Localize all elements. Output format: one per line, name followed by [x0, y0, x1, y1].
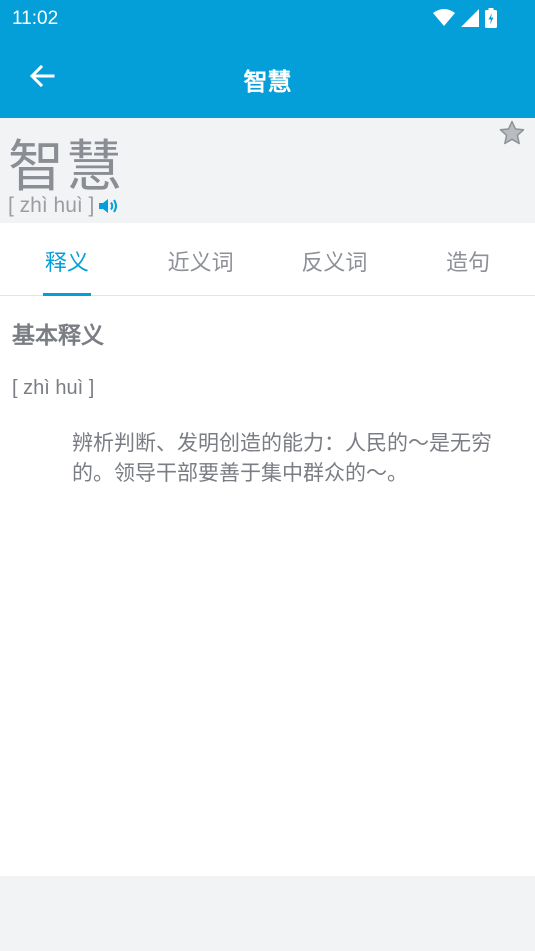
- definition-text: 辨析判断、发明创造的能力：人民的～是无穷的。领导干部要善于集中群众的～。: [72, 431, 492, 485]
- favorite-star-icon[interactable]: [499, 120, 525, 150]
- entry-word: 智慧: [8, 135, 124, 200]
- entry-pinyin-row: [ zhì huì ]: [8, 194, 120, 218]
- definition-panel: 基本释义 [ zhì huì ] 辨析判断、发明创造的能力：人民的～是无穷的。领…: [0, 296, 535, 876]
- tab-label: 近义词: [167, 251, 234, 276]
- entry-pinyin: [ zhì huì ]: [8, 194, 95, 217]
- wifi-icon: [433, 9, 455, 31]
- tab-antonyms[interactable]: 反义词: [268, 223, 402, 295]
- app-bar: 智慧: [0, 38, 535, 118]
- battery-icon: [485, 8, 497, 32]
- tab-label: 反义词: [301, 251, 368, 276]
- tab-example-sentences[interactable]: 造句: [401, 223, 535, 295]
- signal-icon: [461, 9, 479, 31]
- tab-definition[interactable]: 释义: [0, 223, 134, 296]
- status-icons: [433, 8, 497, 32]
- entry-header: 智慧 [ zhì huì ]: [0, 118, 535, 223]
- status-time: 11:02: [12, 8, 59, 29]
- section-title: 基本释义: [12, 323, 104, 349]
- definition-pinyin: [ zhì huì ]: [12, 377, 95, 399]
- status-bar: 11:02: [0, 0, 535, 38]
- tab-bar: 释义 近义词 反义词 造句: [0, 223, 535, 296]
- tab-label: 造句: [446, 251, 491, 276]
- tab-label: 释义: [44, 251, 89, 276]
- page-title: 智慧: [243, 68, 292, 96]
- tab-synonyms[interactable]: 近义词: [134, 223, 268, 295]
- speaker-icon[interactable]: [98, 196, 120, 216]
